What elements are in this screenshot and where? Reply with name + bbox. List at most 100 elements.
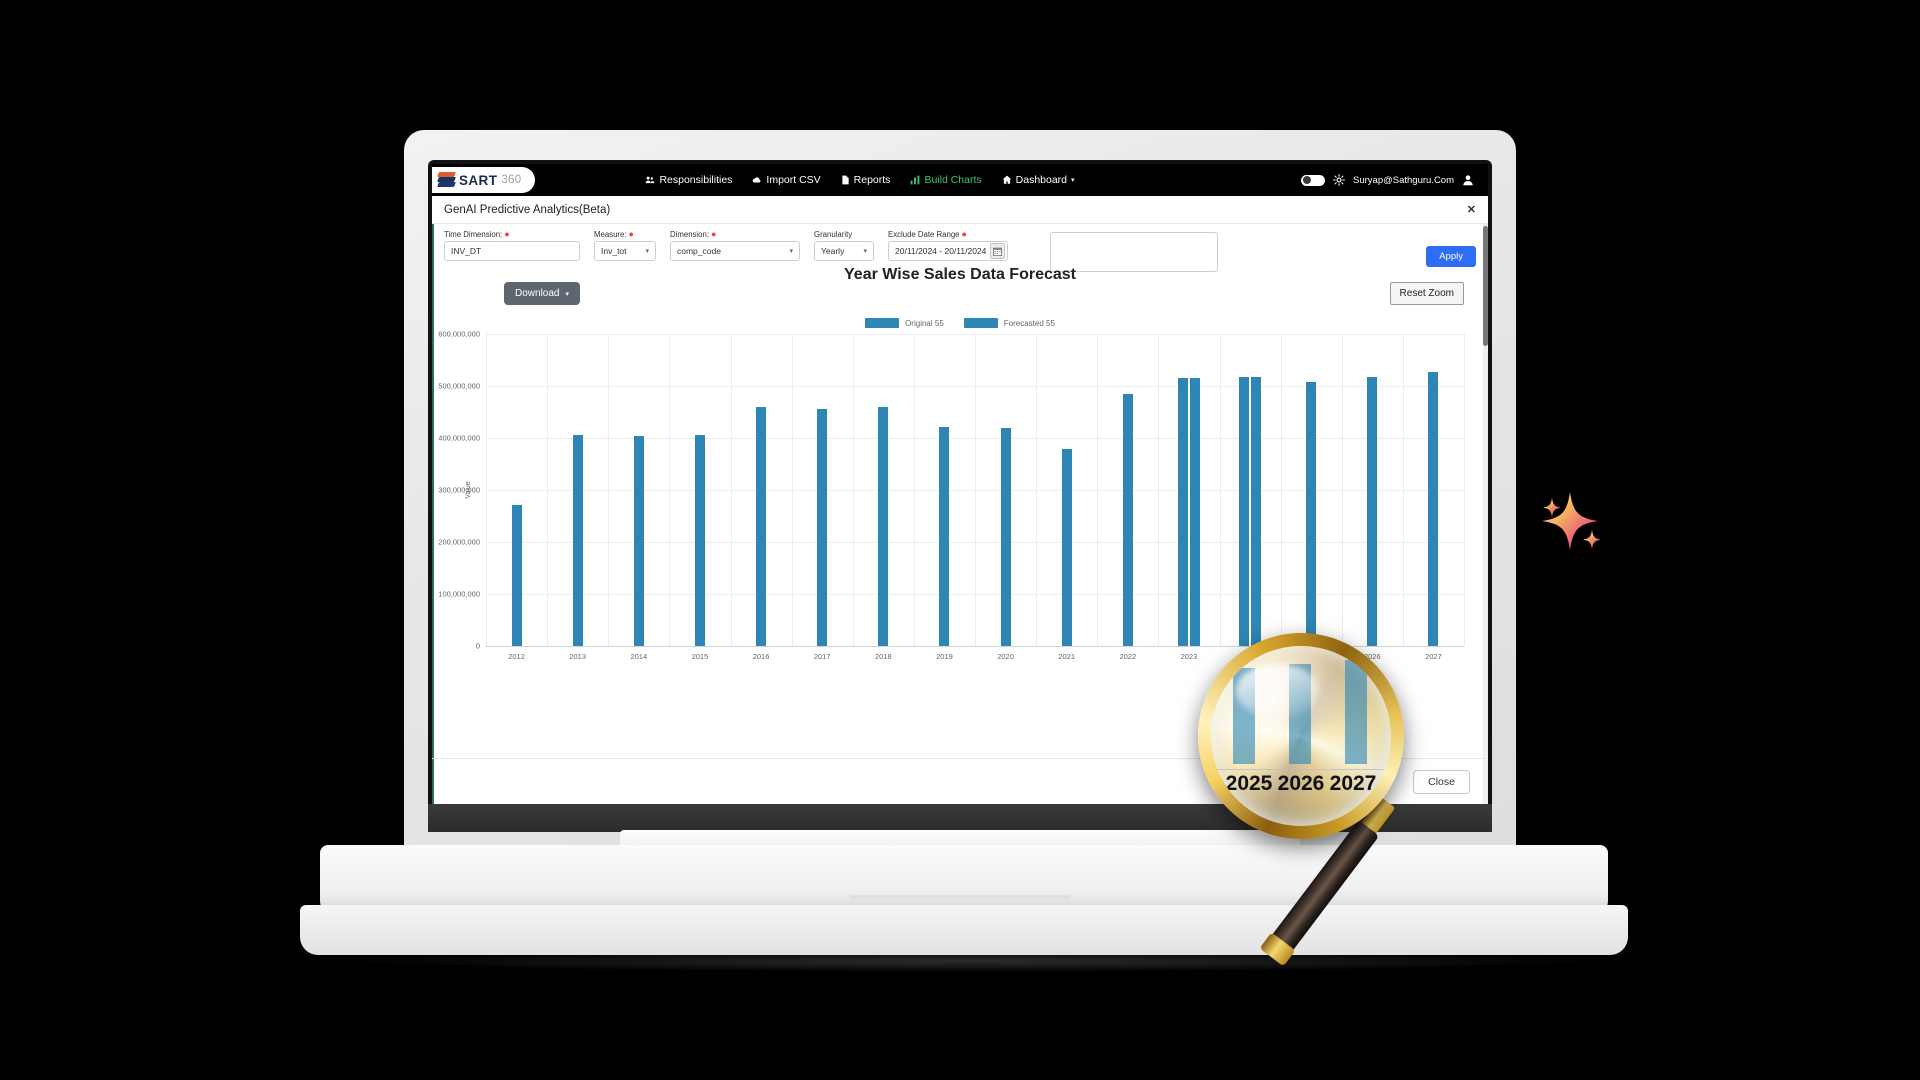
y-axis-tick-label: 400,000,000: [438, 433, 480, 443]
download-button[interactable]: Download ▾: [504, 282, 580, 305]
bar-group: [1097, 334, 1158, 646]
bar[interactable]: [633, 436, 644, 646]
bar[interactable]: [1189, 378, 1200, 646]
filter-bar: Time Dimension: ● INV_DT Measure: ● Inv_…: [432, 224, 1488, 272]
y-axis-tick-label: 600,000,000: [438, 329, 480, 339]
laptop-touchpad: [850, 895, 1070, 899]
bar-group: [1281, 334, 1342, 646]
nav-links: Responsibilities Import CSV Reports Buil…: [645, 174, 1075, 186]
bar[interactable]: [1000, 427, 1011, 646]
required-asterisk: ●: [628, 229, 634, 239]
y-axis-tick-label: 300,000,000: [438, 485, 480, 495]
field-granularity: Granularity Yearly ▾: [814, 230, 874, 261]
measure-value: Inv_tot: [601, 246, 627, 256]
bar[interactable]: [817, 409, 828, 646]
nav-item-responsibilities[interactable]: Responsibilities: [645, 174, 732, 186]
bar[interactable]: [1061, 448, 1072, 646]
apply-button[interactable]: Apply: [1426, 246, 1476, 267]
time-dimension-value: INV_DT: [451, 246, 482, 256]
magnifier-glass: 2025 2026 2027: [1198, 633, 1404, 839]
bar-group: [853, 334, 914, 646]
field-label: Measure: ●: [594, 229, 656, 240]
bar-group: [486, 334, 547, 646]
bar[interactable]: [1122, 393, 1133, 646]
magnified-year: 2026: [1277, 772, 1325, 795]
download-label: Download: [515, 288, 560, 299]
legend-item[interactable]: Forecasted 55: [963, 318, 1055, 328]
chevron-down-icon: ▾: [863, 248, 867, 255]
users-icon: [646, 176, 655, 184]
magnified-year: 2025: [1225, 772, 1273, 795]
bar[interactable]: [939, 427, 950, 646]
y-axis-tick-label: 0: [475, 641, 480, 651]
nav-item-reports[interactable]: Reports: [841, 174, 891, 186]
magnified-axis-line: [1211, 769, 1391, 770]
sart-layers-icon: [437, 171, 456, 189]
bar-group: [608, 334, 669, 646]
bar[interactable]: [511, 505, 522, 646]
dialog-title: GenAI Predictive Analytics(Beta): [444, 203, 611, 216]
nav-label: Reports: [853, 174, 891, 186]
bar[interactable]: [1177, 378, 1188, 646]
exclude-date-range-input[interactable]: 20/11/2024 - 20/11/2024: [888, 241, 1008, 261]
nav-item-import-csv[interactable]: Import CSV: [752, 174, 821, 186]
bar[interactable]: [1367, 377, 1378, 646]
user-email[interactable]: Suryap@Sathguru.Com: [1353, 175, 1454, 186]
chevron-down-icon: ▾: [645, 248, 649, 255]
label-text: Measure:: [594, 230, 627, 239]
x-axis-tick-label: 2023: [1180, 652, 1198, 661]
brand-logo-pill[interactable]: SART 360: [432, 167, 536, 193]
field-label: Dimension: ●: [670, 230, 800, 240]
time-dimension-input[interactable]: INV_DT: [444, 241, 580, 261]
calendar-icon[interactable]: [990, 243, 1005, 259]
nav-item-build-charts[interactable]: Build Charts: [910, 174, 982, 186]
chevron-down-icon: ▾: [1071, 177, 1075, 184]
dimension-value: comp_code: [677, 246, 721, 256]
magnified-bar: [1345, 660, 1367, 764]
field-measure: Measure: ● Inv_tot ▾: [594, 230, 656, 261]
field-time-dimension: Time Dimension: ● INV_DT: [444, 230, 580, 261]
legend-item[interactable]: Original 55: [865, 318, 944, 328]
granularity-value: Yearly: [821, 246, 845, 256]
y-axis-tick-label: 500,000,000: [438, 381, 480, 391]
bar[interactable]: [1239, 377, 1250, 646]
bar[interactable]: [756, 407, 767, 646]
granularity-select[interactable]: Yearly ▾: [814, 241, 874, 261]
sparkles-icon: [1530, 480, 1610, 560]
theme-toggle[interactable]: [1301, 174, 1325, 186]
bar[interactable]: [572, 434, 583, 646]
legend-swatch: [963, 318, 998, 328]
chart-title: Year Wise Sales Data Forecast: [844, 266, 1076, 283]
lens-highlight: [1236, 664, 1319, 718]
magnified-year: 2027: [1329, 772, 1377, 795]
user-avatar-icon[interactable]: [1462, 174, 1474, 186]
magnified-year-labels: 2025 2026 2027: [1211, 772, 1391, 796]
bar-group: [914, 334, 975, 646]
x-axis-tick-label: 2012: [508, 652, 525, 661]
bar[interactable]: [1251, 377, 1262, 646]
legend-swatch: [865, 318, 900, 328]
nav-item-dashboard[interactable]: Dashboard ▾: [1002, 174, 1075, 186]
laptop-base-lip: [300, 905, 1628, 955]
bar-group: [669, 334, 730, 646]
bar[interactable]: [1428, 372, 1439, 646]
bar-group: [1403, 334, 1464, 646]
bar[interactable]: [878, 407, 889, 646]
dimension-select[interactable]: comp_code ▾: [670, 241, 800, 261]
field-label: Exclude Date Range ●: [888, 230, 1008, 240]
field-label: Time Dimension: ●: [444, 230, 580, 240]
bar-group: [1158, 334, 1219, 646]
measure-select[interactable]: Inv_tot ▾: [594, 241, 656, 261]
reset-zoom-button[interactable]: Reset Zoom: [1389, 282, 1464, 305]
close-icon[interactable]: ✕: [1467, 203, 1476, 216]
chevron-down-icon: ▾: [565, 290, 569, 298]
file-icon: [842, 175, 849, 185]
bar[interactable]: [694, 434, 705, 646]
x-axis-tick-label: 2020: [997, 652, 1014, 661]
close-button[interactable]: Close: [1413, 769, 1470, 794]
gear-icon[interactable]: [1333, 174, 1345, 186]
bar[interactable]: [1306, 381, 1317, 646]
field-label: Granularity: [814, 230, 874, 239]
bar-group: [547, 334, 608, 646]
field-dimension: Dimension: ● comp_code ▾: [670, 230, 800, 261]
